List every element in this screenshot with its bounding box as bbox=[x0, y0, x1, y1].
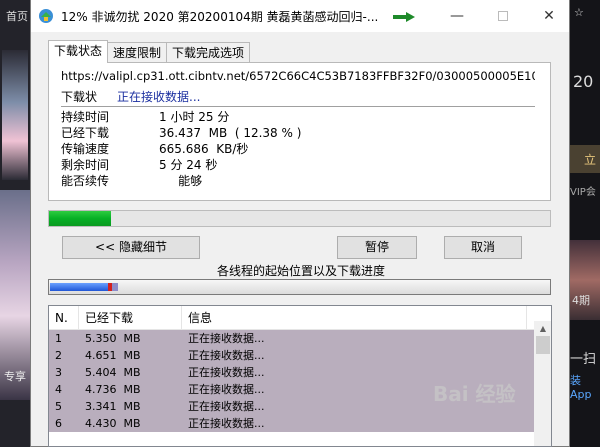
info-key: 持续时间 bbox=[61, 110, 110, 124]
tab-download-status[interactable]: 下载状态 bbox=[48, 40, 109, 63]
cell-number: 4 bbox=[55, 383, 62, 396]
threads-table: N. 已经下载 信息 1 5.350 MB 正在接收数据... 2 4.651 MB 正… bbox=[48, 305, 552, 447]
minimize-button[interactable]: — bbox=[434, 0, 480, 32]
thread-progress-segment bbox=[50, 283, 110, 291]
background-text: 一扫 bbox=[570, 352, 597, 367]
info-row-downloaded: 已经下载 36.437 MB ( 12.38 % ) bbox=[61, 125, 301, 141]
status-value: 正在接收数据... bbox=[117, 90, 201, 104]
background-star-icon: ☆ bbox=[574, 6, 584, 19]
info-key: 剩余时间 bbox=[61, 158, 110, 172]
info-value: 36.437 MB ( 12.38 % ) bbox=[159, 126, 302, 140]
column-header-downloaded[interactable]: 已经下载 bbox=[79, 306, 182, 330]
background-nav-home: 首页 bbox=[6, 10, 28, 23]
info-value: 1 小时 25 分 bbox=[159, 110, 230, 124]
maximize-icon bbox=[498, 11, 508, 21]
close-icon: ✕ bbox=[543, 8, 555, 24]
cell-downloaded: 3.341 MB bbox=[85, 400, 141, 413]
background-text: 立 bbox=[584, 153, 597, 167]
tab-bar: 下载状态 速度限制 下载完成选项 bbox=[48, 40, 251, 63]
table-scrollbar[interactable]: ▲ bbox=[534, 321, 551, 446]
cell-downloaded: 4.430 MB bbox=[85, 417, 141, 430]
cell-downloaded: 4.651 MB bbox=[85, 349, 141, 362]
background-text: 4期 bbox=[572, 294, 590, 307]
status-label: 下载状 bbox=[61, 90, 98, 104]
background-text: VIP会 bbox=[570, 187, 596, 198]
background-app-right: ☆ 20 立 VIP会 4期 一扫 装App bbox=[570, 0, 600, 447]
progress-fill bbox=[49, 211, 112, 226]
column-header-number[interactable]: N. bbox=[49, 306, 79, 330]
column-header-info[interactable]: 信息 bbox=[182, 306, 527, 330]
hide-details-button[interactable]: << 隐藏细节 bbox=[62, 236, 200, 259]
cell-info: 正在接收数据... bbox=[188, 417, 265, 430]
table-row[interactable]: 2 4.651 MB 正在接收数据... bbox=[49, 347, 534, 364]
info-row-duration: 持续时间 1 小时 25 分 bbox=[61, 109, 301, 125]
background-app-left: 首页 专享 bbox=[0, 0, 30, 447]
cell-downloaded: 4.736 MB bbox=[85, 383, 141, 396]
cancel-button[interactable]: 取消 bbox=[444, 236, 522, 259]
info-key: 已经下载 bbox=[61, 126, 110, 140]
cell-downloaded: 5.404 MB bbox=[85, 366, 141, 379]
info-row-speed: 传输速度 665.686 KB/秒 bbox=[61, 141, 301, 157]
divider bbox=[61, 106, 535, 107]
info-row-remaining: 剩余时间 5 分 24 秒 bbox=[61, 157, 301, 173]
threads-label: 各线程的起始位置以及下载进度 bbox=[216, 264, 385, 278]
scrollbar-thumb[interactable] bbox=[536, 336, 550, 354]
table-row[interactable]: 1 5.350 MB 正在接收数据... bbox=[49, 330, 534, 347]
minimize-icon: — bbox=[450, 8, 464, 24]
maximize-button[interactable] bbox=[480, 0, 526, 32]
background-thumbnail bbox=[2, 50, 28, 180]
cell-number: 2 bbox=[55, 349, 62, 362]
thread-progress-bar bbox=[48, 279, 551, 295]
arrow-icon bbox=[393, 12, 415, 22]
tab-completion-options[interactable]: 下载完成选项 bbox=[166, 42, 251, 63]
cell-info: 正在接收数据... bbox=[188, 349, 265, 362]
tab-speed-limit[interactable]: 速度限制 bbox=[107, 42, 168, 63]
status-row: 下载状 正在接收数据... bbox=[61, 88, 200, 105]
cell-number: 5 bbox=[55, 400, 62, 413]
close-button[interactable]: ✕ bbox=[526, 0, 572, 32]
thread-progress-segment bbox=[112, 283, 118, 291]
table-header: N. 已经下载 信息 bbox=[49, 306, 551, 330]
download-app-icon bbox=[39, 9, 53, 23]
title-bar[interactable]: 12% 非诚勿扰 2020 第20200104期 黄磊黄菡感动回归-... — … bbox=[31, 0, 569, 32]
info-row-resumable: 能否续传 能够 bbox=[61, 173, 301, 189]
scroll-up-icon[interactable]: ▲ bbox=[534, 321, 551, 336]
background-text: 专享 bbox=[4, 370, 26, 383]
download-url: https://valipl.cp31.ott.cibntv.net/6572C… bbox=[61, 69, 535, 83]
background-text: 装App bbox=[570, 374, 592, 401]
cell-downloaded: 5.350 MB bbox=[85, 332, 141, 345]
cell-number: 1 bbox=[55, 332, 62, 345]
info-value: 665.686 KB/秒 bbox=[159, 142, 249, 156]
info-value: 5 分 24 秒 bbox=[159, 158, 218, 172]
background-text: 20 bbox=[573, 72, 594, 91]
download-info-list: 持续时间 1 小时 25 分 已经下载 36.437 MB ( 12.38 % ) … bbox=[61, 109, 301, 189]
cell-number: 3 bbox=[55, 366, 62, 379]
info-key: 能否续传 bbox=[61, 174, 110, 188]
info-value: 能够 bbox=[159, 174, 203, 188]
cell-info: 正在接收数据... bbox=[188, 332, 265, 345]
cell-number: 6 bbox=[55, 417, 62, 430]
info-key: 传输速度 bbox=[61, 142, 110, 156]
table-row[interactable]: 6 4.430 MB 正在接收数据... bbox=[49, 415, 534, 432]
window-title: 12% 非诚勿扰 2020 第20200104期 黄磊黄菡感动回归-... bbox=[61, 10, 379, 24]
download-progress-bar bbox=[48, 210, 551, 227]
baidu-watermark: Bai 经验 bbox=[433, 382, 516, 406]
background-thumbnail bbox=[570, 240, 600, 320]
download-status-panel: https://valipl.cp31.ott.cibntv.net/6572C… bbox=[48, 62, 551, 201]
pause-button[interactable]: 暂停 bbox=[337, 236, 417, 259]
